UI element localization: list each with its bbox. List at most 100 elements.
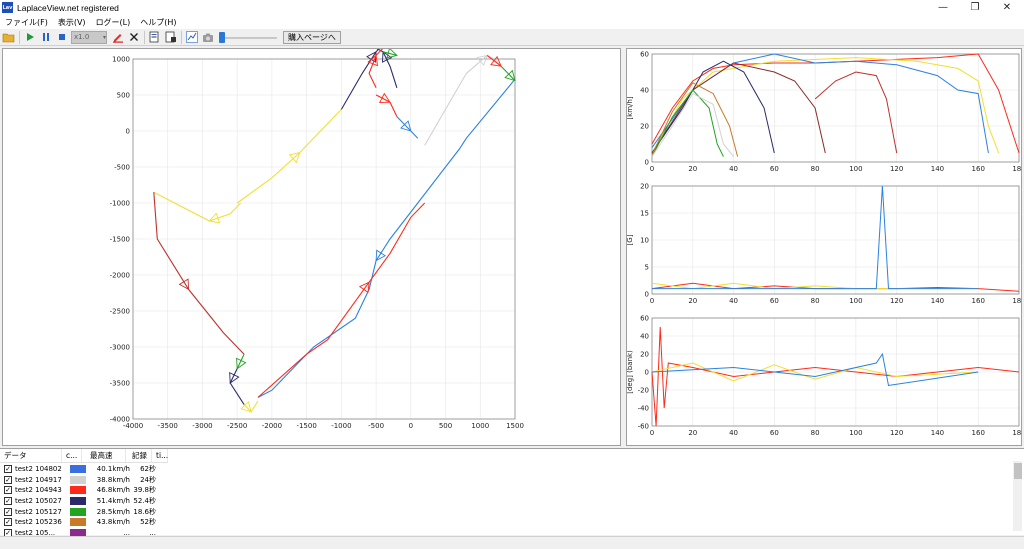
y-tick-label: -1500 [110, 236, 130, 244]
row-color-swatch[interactable] [70, 486, 86, 495]
table-row[interactable]: ✓ test2 104943 46.8km/h 39.8秒 [0, 485, 156, 496]
y-tick-label: 5 [645, 264, 649, 272]
x-tick-label: 120 [890, 429, 903, 437]
gforce-chart[interactable]: 0 20 40 60 80 100 120 140 160 180 0 5 10 15 20 [G] [627, 181, 1021, 311]
row-name: test2 104802 [15, 465, 62, 474]
color-pen-button[interactable] [111, 31, 124, 44]
x-tick-label: 500 [439, 422, 452, 430]
menu-logger[interactable]: ログー(L) [91, 17, 136, 28]
maximize-button[interactable]: ❐ [960, 0, 990, 15]
column-header-time[interactable]: ti... [152, 449, 168, 462]
export-button[interactable] [148, 31, 161, 44]
row-color-swatch[interactable] [70, 507, 86, 516]
speed-select[interactable]: x1.0 ▾ [71, 30, 107, 44]
column-header-record[interactable]: 記録 [126, 449, 152, 462]
row-color-swatch[interactable] [70, 465, 86, 474]
row-record: 39.8秒 [133, 486, 156, 495]
delete-button[interactable] [127, 31, 140, 44]
menu-view[interactable]: 表示(V) [53, 17, 91, 28]
y-tick-label: 15 [640, 210, 649, 218]
row-record: 52秒 [140, 518, 156, 527]
x-tick-label: 40 [729, 297, 738, 305]
y-tick-label: 10 [640, 237, 649, 245]
y-tick-label: -20 [638, 387, 649, 395]
speed-chart[interactable]: 0 20 40 60 80 100 120 140 160 180 0 20 40 60 [km/h] [627, 49, 1021, 179]
graph-button[interactable] [185, 31, 198, 44]
table-row[interactable]: ✓ test2 105236 43.8km/h 52秒 [0, 517, 156, 528]
column-header-max-speed[interactable]: 最高速 [82, 449, 126, 462]
series-line [153, 191, 242, 222]
y-tick-label: 0 [645, 291, 649, 299]
row-record: 52.4秒 [133, 497, 156, 506]
table-row[interactable]: ✓ test2 104802 40.1km/h 62秒 [0, 464, 156, 475]
toolbar-separator [144, 30, 145, 44]
row-checkbox[interactable]: ✓ [4, 486, 12, 495]
y-tick-label: 20 [640, 351, 649, 359]
x-tick-label: 1500 [506, 422, 524, 430]
bank-chart[interactable]: 0 20 40 60 80 100 120 140 160 180 -60 -40 -20 0 20 40 60… [627, 313, 1021, 443]
y-tick-label: 60 [640, 315, 649, 323]
y-tick-label: -3000 [110, 344, 130, 352]
x-tick-label: -2500 [227, 422, 247, 430]
x-tick-label: 60 [770, 429, 779, 437]
row-name: test2 105127 [15, 507, 62, 516]
play-button[interactable] [23, 31, 36, 44]
series-line [651, 53, 989, 154]
table-row[interactable]: ✓ test2 105027 51.4km/h 52.4秒 [0, 496, 156, 507]
y-tick-label: -2000 [110, 272, 130, 280]
row-max-speed: 28.5km/h [96, 507, 130, 516]
save-button[interactable] [164, 31, 177, 44]
row-color-swatch[interactable] [70, 518, 86, 527]
x-tick-label: 120 [890, 297, 903, 305]
row-checkbox[interactable]: ✓ [4, 507, 12, 516]
slider-track-line [221, 36, 277, 39]
row-max-speed: 38.8km/h [96, 475, 130, 484]
app-logo-icon: Lav [2, 2, 13, 13]
row-max-speed: 51.4km/h [96, 497, 130, 506]
menu-file[interactable]: ファイル(F) [0, 17, 53, 28]
column-header-data[interactable]: データ [0, 449, 62, 462]
row-checkbox[interactable]: ✓ [4, 465, 12, 474]
x-tick-label: 60 [770, 297, 779, 305]
menu-help[interactable]: ヘルプ(H) [135, 17, 181, 28]
pause-button[interactable] [39, 31, 52, 44]
row-max-speed: 40.1km/h [96, 465, 130, 474]
table-row[interactable]: ✓ test2 105127 28.5km/h 18.6秒 [0, 506, 156, 517]
column-header-color[interactable]: c... [62, 449, 82, 462]
x-tick-label: -3000 [192, 422, 212, 430]
row-record: 18.6秒 [133, 507, 156, 516]
table-row[interactable]: ✓ test2 104917 38.8km/h 24秒 [0, 475, 156, 486]
row-checkbox[interactable]: ✓ [4, 497, 12, 506]
minimize-button[interactable]: — [928, 0, 958, 15]
y-tick-label: 0 [126, 128, 130, 136]
open-folder-button[interactable] [2, 31, 15, 44]
x-tick-label: 20 [688, 297, 697, 305]
direction-arrow [208, 212, 221, 224]
series-line [375, 94, 398, 117]
row-checkbox[interactable]: ✓ [4, 518, 12, 527]
x-tick-label: 0 [650, 165, 654, 173]
slider-thumb[interactable] [219, 31, 225, 43]
y-tick-label: 20 [640, 183, 649, 191]
close-button[interactable]: ✕ [992, 0, 1022, 15]
toolbar: x1.0 ▾ 購入ページへ [0, 29, 1024, 46]
row-name: test2 105027 [15, 497, 62, 506]
scrollbar-thumb[interactable] [1014, 463, 1022, 479]
track-map-panel[interactable]: -4000 -3500 -3000 -2500 -2000 -1500 -1000 -500 0… [2, 44, 621, 446]
stop-button[interactable] [55, 31, 68, 44]
track-map-chart[interactable]: -4000 -3500 -3000 -2500 -2000 -1500 -1000 -500 0… [3, 44, 620, 445]
x-tick-label: 140 [931, 297, 944, 305]
close-icon [129, 33, 138, 41]
y-tick-label: -40 [638, 405, 649, 413]
camera-button[interactable] [201, 31, 214, 44]
row-color-swatch[interactable] [70, 497, 86, 506]
y-tick-label: 0 [645, 159, 649, 167]
row-color-swatch[interactable] [70, 475, 86, 484]
row-checkbox[interactable]: ✓ [4, 475, 12, 484]
row-name: test2 104943 [15, 486, 62, 495]
play-icon [26, 33, 34, 41]
x-tick-label: 160 [972, 297, 985, 305]
timeline-slider[interactable] [219, 31, 277, 44]
buy-page-button[interactable]: 購入ページへ [283, 30, 341, 44]
x-tick-label: -500 [368, 422, 384, 430]
